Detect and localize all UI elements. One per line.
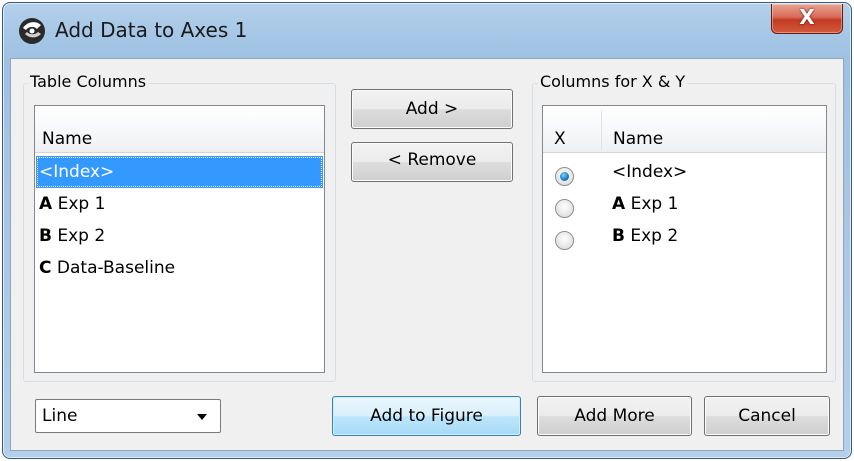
list-item[interactable]: C Data-Baseline (36, 252, 323, 284)
add-to-figure-button[interactable]: Add to Figure (332, 396, 521, 436)
dialog-content: Table Columns Name <Index> A Exp 1 B Exp… (10, 58, 844, 451)
list-item-name: <Index> (612, 162, 688, 182)
list-item[interactable]: B Exp 2 (36, 220, 323, 252)
x-radio[interactable] (555, 167, 574, 186)
x-column-header: X (554, 129, 566, 149)
list-item: A Exp 1 (609, 188, 825, 220)
list-item-name: Exp 2 (57, 226, 106, 246)
window-title: Add Data to Axes 1 (55, 18, 248, 42)
add-button-label: Add > (405, 99, 459, 119)
list-item-name: Data-Baseline (56, 258, 176, 278)
list-item-name: Exp 1 (57, 194, 106, 214)
separator (601, 110, 602, 150)
plot-type-select[interactable]: Line (35, 399, 221, 433)
app-logo-icon (19, 18, 45, 44)
table-columns-list[interactable]: Name <Index> A Exp 1 B Exp 2 C Data-Base… (34, 105, 325, 373)
list-item-name: Exp 1 (630, 194, 679, 214)
x-radio[interactable] (555, 231, 574, 250)
column-letter: B (612, 226, 625, 246)
dialog-window: Add Data to Axes 1 X Table Columns Name … (2, 2, 852, 459)
name-column-header: Name (42, 129, 93, 149)
list-item-name: <Index> (39, 162, 115, 182)
list-item[interactable]: A Exp 1 (36, 188, 323, 220)
cancel-button[interactable]: Cancel (704, 396, 830, 436)
xy-columns-header[interactable]: X Name (543, 106, 826, 153)
close-icon: X (799, 5, 815, 29)
table-columns-label: Table Columns (28, 72, 149, 92)
add-to-figure-label: Add to Figure (370, 406, 483, 426)
xy-columns-label: Columns for X & Y (538, 72, 688, 92)
list-item: <Index> (609, 156, 825, 188)
list-item: B Exp 2 (609, 220, 825, 252)
cancel-label: Cancel (738, 406, 796, 426)
xy-columns-list[interactable]: X Name <Index> A Exp 1 B Exp 2 (542, 105, 827, 373)
add-more-label: Add More (574, 406, 655, 426)
remove-button-label: < Remove (387, 150, 477, 170)
close-button[interactable]: X (771, 4, 843, 34)
chevron-down-icon (197, 414, 207, 420)
add-more-button[interactable]: Add More (537, 396, 692, 436)
x-radio[interactable] (555, 199, 574, 218)
remove-button[interactable]: < Remove (351, 142, 513, 182)
plot-type-value: Line (42, 406, 78, 426)
column-letter: C (39, 258, 52, 278)
table-columns-header[interactable]: Name (35, 106, 324, 153)
add-button[interactable]: Add > (351, 89, 513, 129)
list-item-name: Exp 2 (630, 226, 679, 246)
column-letter: A (612, 194, 626, 214)
list-item[interactable]: <Index> (36, 156, 323, 188)
column-letter: A (39, 194, 53, 214)
name-column-header: Name (613, 129, 664, 149)
column-letter: B (39, 226, 52, 246)
